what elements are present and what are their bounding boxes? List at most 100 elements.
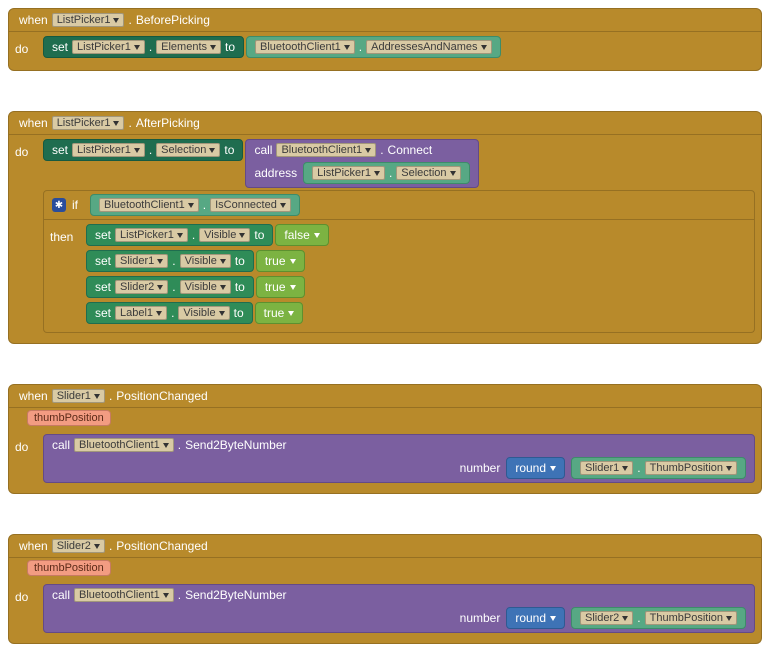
if-header[interactable]: ✱ if BluetoothClient1 . IsConnected [43, 190, 755, 220]
call-block[interactable]: call BluetoothClient1 . Send2ByteNumber [43, 434, 755, 456]
bool-label: false [284, 228, 309, 242]
round-block[interactable]: round [506, 607, 565, 629]
component-dropdown[interactable]: BluetoothClient1 [99, 198, 199, 212]
call-argument-row: number round Slider1 . ThumbPosition [43, 454, 755, 483]
call-block[interactable]: call BluetoothClient1 . Connect [245, 139, 478, 161]
property-dropdown[interactable]: Elements [156, 40, 221, 54]
component-dropdown[interactable]: BluetoothClient1 [276, 143, 376, 157]
component-dropdown[interactable]: Slider2 [580, 611, 633, 625]
do-keyword: do [15, 36, 43, 60]
to-keyword: to [254, 228, 264, 242]
call-send2byte: call BluetoothClient1 . Send2ByteNumber … [43, 584, 755, 633]
event-header[interactable]: when Slider2 . PositionChanged [8, 534, 762, 558]
event-param-row: thumbPosition [8, 558, 762, 580]
round-label: round [515, 461, 546, 475]
get-block[interactable]: BluetoothClient1 . AddressesAndNames [246, 36, 500, 58]
event-label: PositionChanged [116, 539, 207, 553]
dot-label: . [149, 40, 152, 54]
component-dropdown[interactable]: ListPicker1 [52, 116, 125, 130]
to-keyword: to [224, 143, 234, 157]
component-dropdown[interactable]: ListPicker1 [72, 40, 145, 54]
call-send2byte: call BluetoothClient1 . Send2ByteNumber … [43, 434, 755, 483]
get-block[interactable]: ListPicker1 . Selection [303, 162, 469, 184]
component-dropdown[interactable]: Slider1 [115, 254, 168, 268]
dot-label: . [109, 389, 112, 403]
property-dropdown[interactable]: Selection [396, 166, 460, 180]
component-dropdown[interactable]: BluetoothClient1 [255, 40, 355, 54]
property-dropdown[interactable]: IsConnected [210, 198, 291, 212]
component-dropdown[interactable]: Slider2 [115, 280, 168, 294]
set-visible-row: setSlider1.Visibletotrue [86, 250, 329, 272]
property-dropdown[interactable]: Visible [178, 306, 229, 320]
if-keyword: if [72, 198, 78, 212]
event-body: do call BluetoothClient1 . Send2ByteNumb… [8, 430, 762, 494]
component-dropdown[interactable]: Slider2 [52, 539, 105, 553]
bool-label: true [264, 306, 285, 320]
gear-icon[interactable]: ✱ [52, 198, 66, 212]
bool-block[interactable]: true [256, 250, 305, 272]
call-block[interactable]: call BluetoothClient1 . Send2ByteNumber [43, 584, 755, 606]
dot-label: . [128, 13, 131, 27]
set-block[interactable]: setSlider2.Visibleto [86, 276, 254, 298]
dot-label: . [389, 166, 392, 180]
dot-label: . [128, 116, 131, 130]
component-dropdown[interactable]: BluetoothClient1 [74, 588, 174, 602]
dot-label: . [380, 143, 383, 157]
to-keyword: to [235, 280, 245, 294]
event-header[interactable]: when Slider1 . PositionChanged [8, 384, 762, 408]
set-block[interactable]: setSlider1.Visibleto [86, 250, 254, 272]
when-keyword: when [19, 13, 48, 27]
component-dropdown[interactable]: BluetoothClient1 [74, 438, 174, 452]
get-block[interactable]: Slider1 . ThumbPosition [571, 457, 746, 479]
event-header[interactable]: when ListPicker1 . AfterPicking [8, 111, 762, 135]
dot-label: . [149, 143, 152, 157]
bool-block[interactable]: true [255, 302, 304, 324]
call-connect: call BluetoothClient1 . Connect address … [245, 139, 478, 188]
event-slider2-positionchanged: when Slider2 . PositionChanged thumbPosi… [8, 534, 762, 644]
bool-label: true [265, 280, 286, 294]
when-keyword: when [19, 116, 48, 130]
dot-label: . [359, 40, 362, 54]
set-keyword: set [95, 228, 111, 242]
get-block[interactable]: Slider2 . ThumbPosition [571, 607, 746, 629]
property-dropdown[interactable]: AddressesAndNames [366, 40, 491, 54]
component-dropdown[interactable]: ListPicker1 [72, 143, 145, 157]
set-block[interactable]: set ListPicker1. Visible to [86, 224, 273, 246]
dot-label: . [637, 611, 640, 625]
call-keyword: call [254, 143, 272, 157]
component-dropdown[interactable]: ListPicker1 [115, 228, 188, 242]
event-header[interactable]: when ListPicker1 . BeforePicking [8, 8, 762, 32]
bool-block[interactable]: true [256, 276, 305, 298]
component-dropdown[interactable]: ListPicker1 [52, 13, 125, 27]
property-dropdown[interactable]: Visible [180, 280, 231, 294]
dot-label: . [192, 228, 195, 242]
bool-block[interactable]: false [275, 224, 328, 246]
property-dropdown[interactable]: ThumbPosition [645, 461, 737, 475]
component-dropdown[interactable]: Label1 [115, 306, 167, 320]
when-keyword: when [19, 389, 48, 403]
call-keyword: call [52, 438, 70, 452]
round-block[interactable]: round [506, 457, 565, 479]
dot-label: . [178, 438, 181, 452]
set-block[interactable]: set ListPicker1 . Selection to [43, 139, 243, 161]
property-dropdown[interactable]: ThumbPosition [645, 611, 737, 625]
component-dropdown[interactable]: Slider1 [580, 461, 633, 475]
event-param[interactable]: thumbPosition [27, 410, 111, 426]
set-keyword: set [52, 143, 68, 157]
property-dropdown[interactable]: Visible [180, 254, 231, 268]
set-block[interactable]: setLabel1.Visibleto [86, 302, 253, 324]
event-param[interactable]: thumbPosition [27, 560, 111, 576]
property-dropdown[interactable]: Selection [156, 143, 220, 157]
property-dropdown[interactable]: Visible [199, 228, 250, 242]
bool-label: true [265, 254, 286, 268]
set-keyword: set [95, 306, 111, 320]
if-block: ✱ if BluetoothClient1 . IsConnected then… [43, 190, 755, 333]
method-label: Send2ByteNumber [185, 588, 286, 602]
set-block[interactable]: set ListPicker1 . Elements to [43, 36, 244, 58]
argument-label: address [254, 166, 297, 180]
condition-block[interactable]: BluetoothClient1 . IsConnected [90, 194, 300, 216]
component-dropdown[interactable]: Slider1 [52, 389, 105, 403]
component-dropdown[interactable]: ListPicker1 [312, 166, 385, 180]
event-label: PositionChanged [116, 389, 207, 403]
to-keyword: to [235, 254, 245, 268]
